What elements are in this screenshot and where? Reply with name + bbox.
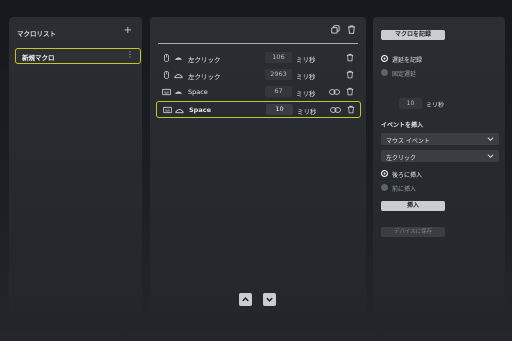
chevron-down-icon — [487, 137, 494, 142]
record-delay-label: 遅延を記録 — [392, 57, 423, 64]
step-delay-input[interactable]: 106 — [265, 52, 292, 63]
macro-list-item[interactable]: 新規マクロ ⋮ — [15, 48, 141, 64]
step-delay-input[interactable]: 67 — [265, 86, 292, 97]
editor-divider — [158, 43, 358, 44]
macro-step-row-selected[interactable]: Space 10 ミリ秒 — [156, 101, 361, 118]
fixed-delay-unit: ミリ秒 — [426, 102, 445, 109]
trash-icon[interactable] — [347, 105, 355, 114]
macro-step-row[interactable]: Space 67 ミリ秒 — [156, 84, 361, 101]
event-select[interactable]: 左クリック — [381, 150, 499, 162]
event-type-value: マウス イベント — [386, 138, 430, 145]
fixed-delay-label: 固定遅延 — [392, 71, 417, 78]
save-to-device-button[interactable]: デバイスに保存 — [381, 227, 445, 237]
fixed-delay-input[interactable]: 10 — [399, 98, 422, 109]
insert-after-radio[interactable] — [381, 170, 388, 177]
mouse-icon — [164, 54, 169, 62]
macro-list-panel: マクロリスト + 新規マクロ ⋮ — [9, 17, 142, 313]
link-icon[interactable] — [329, 88, 340, 96]
macro-name: 新規マクロ — [22, 54, 55, 62]
trash-icon[interactable] — [346, 53, 354, 62]
step-action: 左クリック — [188, 56, 221, 64]
insert-before-label: 前に挿入 — [392, 186, 417, 193]
step-delay-unit: ミリ秒 — [297, 108, 317, 116]
step-action: Space — [189, 106, 211, 114]
move-down-button[interactable] — [263, 293, 276, 306]
record-delay-radio[interactable] — [381, 55, 388, 62]
event-value: 左クリック — [386, 155, 417, 162]
key-down-icon — [174, 91, 183, 94]
trash-icon[interactable] — [346, 87, 354, 96]
insert-before-radio[interactable] — [381, 184, 388, 191]
chevron-down-icon — [266, 297, 273, 302]
record-macro-button[interactable]: マクロを記録 — [381, 30, 445, 40]
copy-icon[interactable] — [331, 25, 340, 34]
insert-after-label: 後ろに挿入 — [392, 172, 423, 179]
trash-icon[interactable] — [346, 70, 354, 79]
step-delay-unit: ミリ秒 — [296, 90, 316, 98]
step-action: 左クリック — [188, 73, 221, 81]
macro-list-title: マクロリスト — [17, 30, 56, 38]
key-up-icon — [174, 74, 183, 79]
step-delay-unit: ミリ秒 — [296, 56, 316, 64]
link-icon[interactable] — [330, 106, 341, 114]
step-delay-unit: ミリ秒 — [296, 73, 316, 81]
insert-button[interactable]: 挿入 — [381, 201, 445, 211]
step-delay-input[interactable]: 10 — [266, 104, 293, 115]
record-settings-panel: マクロを記録 遅延を記録 固定遅延 10 ミリ秒 イベントを挿入 マウス イベン… — [373, 17, 505, 313]
keyboard-icon — [163, 106, 172, 114]
chevron-up-icon — [242, 297, 249, 302]
kebab-menu-icon[interactable]: ⋮ — [126, 50, 134, 59]
move-up-button[interactable] — [239, 293, 252, 306]
editor-toolbar — [331, 25, 356, 34]
trash-icon[interactable] — [347, 25, 356, 34]
chevron-down-icon — [487, 154, 494, 159]
macro-editor-panel: 左クリック 106 ミリ秒 左クリック 2963 ミリ秒 Space 67 ミリ… — [150, 17, 366, 313]
insert-event-title: イベントを挿入 — [381, 122, 424, 129]
key-up-icon — [175, 109, 184, 114]
key-down-icon — [174, 57, 183, 60]
plus-icon[interactable]: + — [124, 25, 132, 36]
keyboard-icon — [162, 88, 171, 96]
event-type-select[interactable]: マウス イベント — [381, 133, 499, 145]
step-action: Space — [188, 88, 208, 96]
step-delay-input[interactable]: 2963 — [265, 69, 292, 80]
fixed-delay-radio[interactable] — [381, 69, 388, 76]
macro-step-row[interactable]: 左クリック 106 ミリ秒 — [156, 50, 361, 67]
macro-step-row[interactable]: 左クリック 2963 ミリ秒 — [156, 67, 361, 84]
mouse-icon — [164, 71, 169, 79]
